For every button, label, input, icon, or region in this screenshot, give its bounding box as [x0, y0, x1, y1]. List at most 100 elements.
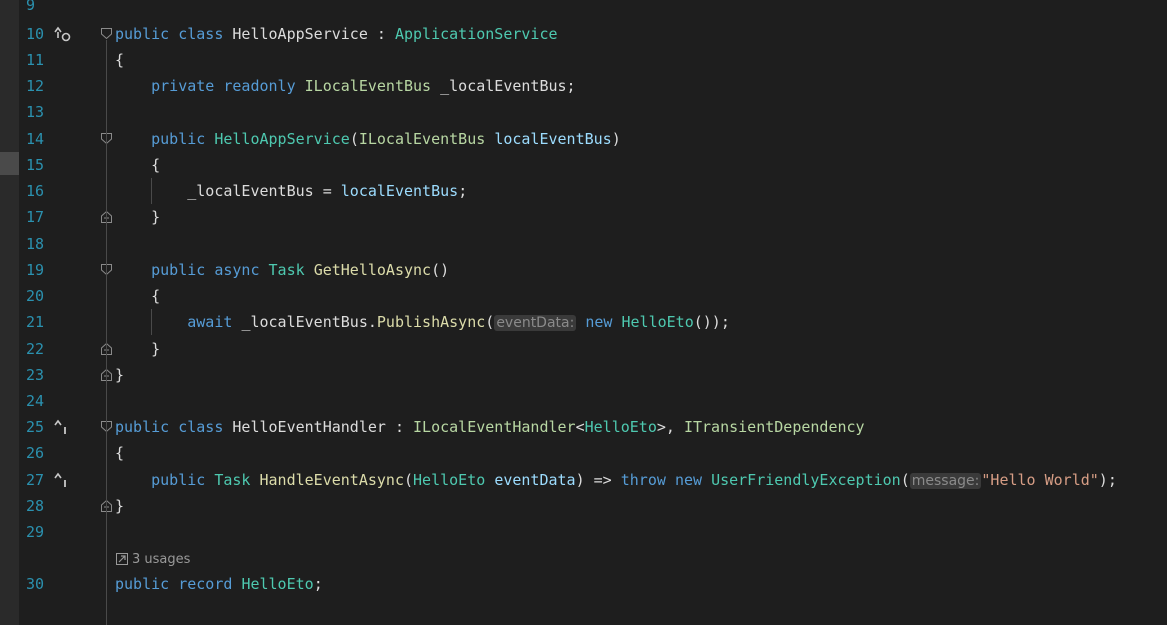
code-line[interactable]: 30 public record HelloEto; — [0, 571, 1167, 597]
code-line[interactable]: 13 — [0, 99, 1167, 125]
code-line[interactable]: 16 _localEventBus = localEventBus; — [0, 178, 1167, 204]
line-number: 12 — [26, 77, 45, 95]
code-text[interactable]: await _localEventBus.PublishAsync(eventD… — [115, 311, 730, 334]
implements-icon[interactable] — [52, 469, 74, 491]
code-line[interactable]: 9 — [0, 0, 1167, 18]
code-token: GetHelloAsync — [313, 261, 432, 279]
code-text[interactable]: public record HelloEto; — [115, 573, 323, 595]
code-token: HandleEventAsync — [259, 471, 405, 489]
code-text[interactable]: { — [115, 285, 160, 307]
code-line[interactable]: 20 { — [0, 283, 1167, 309]
code-line[interactable]: 15 { — [0, 152, 1167, 178]
line-number: 23 — [26, 366, 45, 384]
code-token: HelloEto — [621, 313, 694, 331]
code-text[interactable]: { — [115, 442, 124, 464]
code-line[interactable]: 26 { — [0, 440, 1167, 466]
code-token: localEventBus — [494, 130, 612, 148]
code-token: async — [214, 261, 269, 279]
code-line[interactable]: 14 public HelloAppService(ILocalEventBus… — [0, 126, 1167, 152]
code-text[interactable]: { — [115, 49, 124, 71]
code-line[interactable]: 18 — [0, 231, 1167, 257]
line-number: 25 — [26, 418, 45, 436]
code-token: { — [115, 444, 125, 462]
code-token: public — [115, 25, 179, 43]
code-token: readonly — [223, 77, 305, 95]
line-number: 15 — [26, 156, 45, 174]
code-line[interactable]: 27 public Task HandleEventAsync(HelloEto… — [0, 467, 1167, 493]
code-token: _localEventBus. — [241, 313, 377, 331]
code-text[interactable]: } — [115, 495, 124, 517]
code-token: ILocalEventBus — [304, 77, 432, 95]
code-line[interactable]: 17 } — [0, 204, 1167, 230]
code-token: ( — [900, 471, 910, 489]
code-token: ILocalEventBus — [358, 130, 486, 148]
code-text[interactable]: _localEventBus = localEventBus; — [115, 180, 467, 202]
code-token: Task — [268, 261, 305, 279]
indent-guide — [151, 309, 152, 335]
code-token: ()); — [693, 313, 730, 331]
code-text[interactable]: public Task HandleEventAsync(HelloEto ev… — [115, 469, 1117, 492]
code-token: ( — [349, 130, 359, 148]
line-number: 29 — [26, 523, 45, 541]
line-number: 13 — [26, 103, 45, 121]
code-line[interactable]: 23} — [0, 362, 1167, 388]
code-token: public — [115, 261, 215, 279]
implemented-by-icon[interactable] — [52, 23, 74, 45]
line-number: 10 — [26, 25, 45, 43]
code-token: () — [431, 261, 450, 279]
code-token: HelloEto — [413, 471, 486, 489]
code-line[interactable]: 28} — [0, 493, 1167, 519]
code-token: await — [115, 313, 242, 331]
code-token: eventData — [494, 471, 576, 489]
code-token: private — [115, 77, 224, 95]
code-lens-usages[interactable]: 3 usages — [116, 552, 190, 568]
line-number: 18 — [26, 235, 45, 253]
code-token: ; — [313, 575, 323, 593]
line-number: 24 — [26, 392, 45, 410]
code-line[interactable]: 10 public class HelloAppService : Applica… — [0, 21, 1167, 47]
code-token: public — [115, 418, 179, 436]
collapse-region-line — [106, 40, 107, 625]
code-editor[interactable]: 9 10 public class HelloAppService : Applic… — [0, 0, 1167, 625]
code-token: < — [575, 418, 585, 436]
code-text[interactable]: public HelloAppService(ILocalEventBus lo… — [115, 128, 621, 150]
code-line[interactable]: 29 — [0, 519, 1167, 545]
collapse-open-icon[interactable] — [101, 28, 112, 40]
code-line[interactable]: 25 public class HelloEventHandler : ILoca… — [0, 414, 1167, 440]
code-text[interactable]: public class HelloEventHandler : ILocalE… — [115, 416, 865, 438]
code-token: "Hello World" — [981, 471, 1099, 489]
code-text[interactable]: } — [115, 206, 160, 228]
code-token: >, — [656, 418, 684, 436]
code-token: } — [115, 497, 125, 515]
code-text[interactable]: } — [115, 338, 160, 360]
line-number: 28 — [26, 497, 45, 515]
code-token: public — [115, 471, 215, 489]
code-line[interactable]: 22 } — [0, 336, 1167, 362]
code-text[interactable]: { — [115, 154, 160, 176]
code-token: ( — [404, 471, 414, 489]
code-token: new — [576, 313, 622, 331]
code-text[interactable]: public async Task GetHelloAsync() — [115, 259, 449, 281]
code-token: HelloEventHandler : — [232, 418, 414, 436]
code-token: UserFriendlyException — [711, 471, 901, 489]
code-token: HelloAppService : — [232, 25, 395, 43]
implements-icon[interactable] — [52, 416, 74, 438]
code-line[interactable]: 19 public async Task GetHelloAsync() — [0, 257, 1167, 283]
code-token: HelloEto — [241, 575, 314, 593]
code-token: { — [115, 51, 125, 69]
code-text[interactable]: private readonly ILocalEventBus _localEv… — [115, 75, 575, 97]
line-number: 11 — [26, 51, 45, 69]
code-line[interactable]: 11 { — [0, 47, 1167, 73]
code-text[interactable]: public class HelloAppService : Applicati… — [115, 23, 558, 45]
code-text[interactable]: } — [115, 364, 124, 386]
code-line[interactable]: 24 — [0, 388, 1167, 414]
code-line[interactable]: 21 await _localEventBus.PublishAsync(eve… — [0, 309, 1167, 335]
code-token: { — [115, 287, 161, 305]
line-number: 30 — [26, 575, 45, 593]
line-number: 19 — [26, 261, 45, 279]
code-token: Task — [214, 471, 251, 489]
code-line[interactable]: 12 private readonly ILocalEventBus _loca… — [0, 73, 1167, 99]
